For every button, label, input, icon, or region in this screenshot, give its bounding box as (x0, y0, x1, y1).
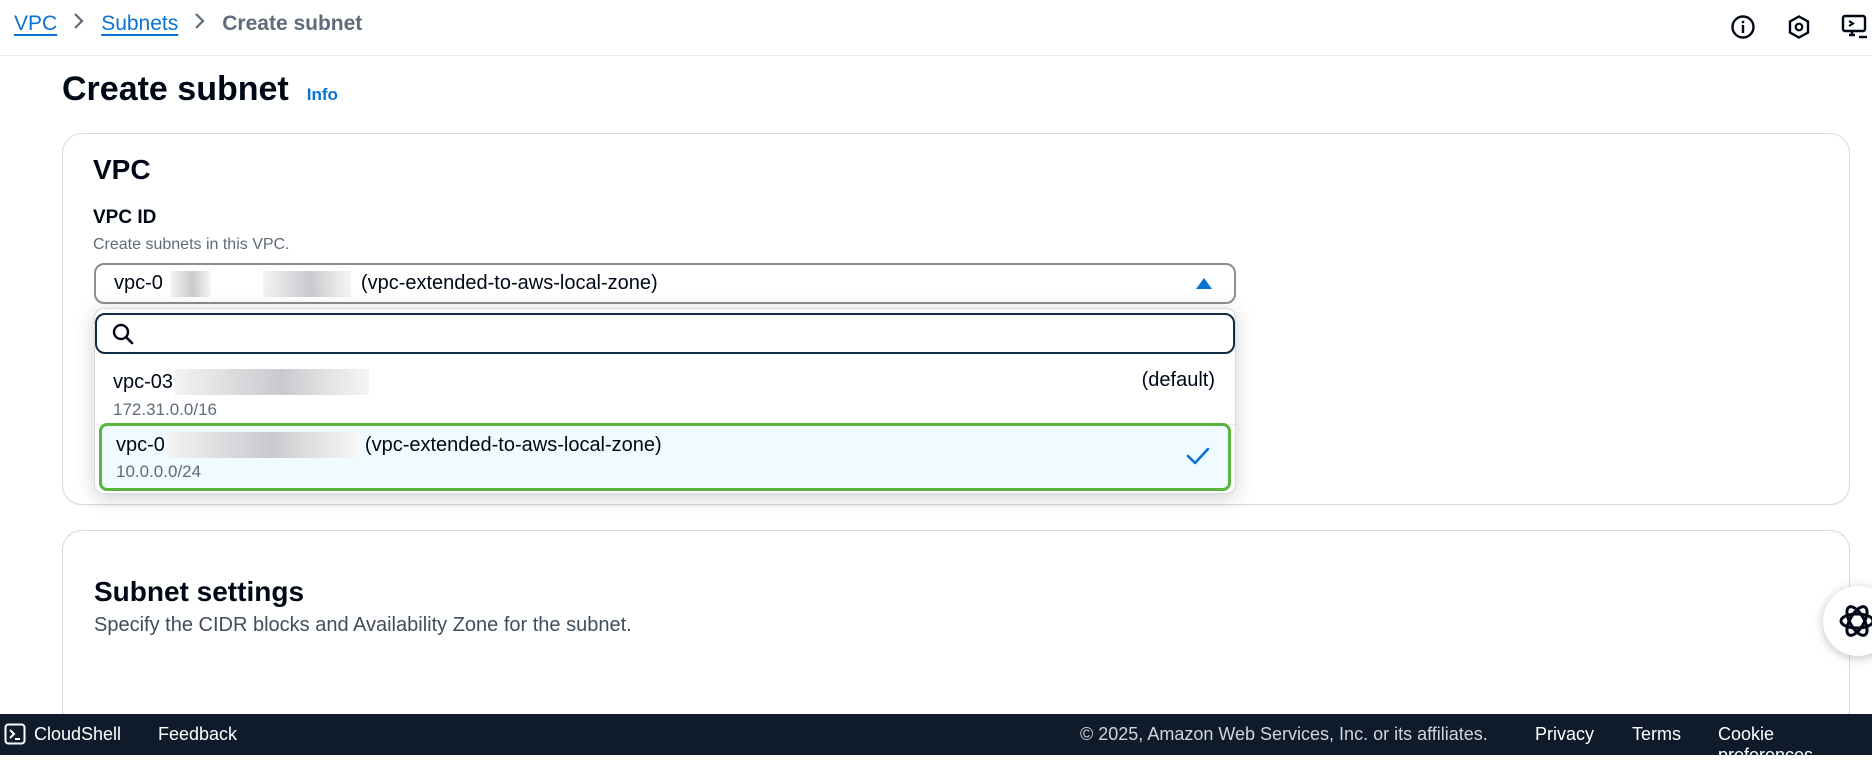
breadcrumb: VPC Subnets Create subnet (14, 12, 362, 36)
breadcrumb-subnets-link[interactable]: Subnets (101, 12, 178, 36)
cloudshell-icon[interactable] (4, 723, 26, 745)
option-vpc-id: vpc-03 (113, 370, 174, 393)
option-cidr: 10.0.0.0/24 (116, 462, 202, 481)
vpc-section-title: VPC (93, 154, 151, 185)
vpc-search-field[interactable] (95, 313, 1235, 354)
ai-assistant-icon (1839, 605, 1872, 637)
top-navigation-bar: VPC Subnets Create subnet (0, 0, 1872, 56)
selected-vpc-id: vpc-0 (114, 272, 163, 294)
top-right-tools (1704, 10, 1872, 44)
selected-vpc-name: (vpc-extended-to-aws-local-zone) (360, 272, 658, 294)
option-label: vpc-0 (vpc-extended-to-aws-local-zone) (116, 432, 662, 458)
redacted-text (166, 432, 357, 458)
search-icon (112, 323, 134, 344)
redacted-gap (218, 270, 255, 297)
breadcrumb-current: Create subnet (222, 12, 363, 35)
option-label: vpc-03 (113, 369, 373, 395)
cloudshell-button[interactable]: CloudShell (34, 724, 121, 745)
terms-link[interactable]: Terms (1632, 724, 1681, 745)
info-link[interactable]: Info (307, 85, 338, 105)
caret-up-icon (1196, 278, 1212, 289)
privacy-link[interactable]: Privacy (1535, 724, 1594, 745)
vpc-dropdown-list: vpc-03 172.31.0.0/16 (default) vpc-0 (vp… (94, 308, 1236, 494)
vpc-option-default[interactable]: vpc-03 172.31.0.0/16 (default) (95, 361, 1235, 425)
page-header: Create subnet Info (62, 70, 338, 109)
selected-vpc-value: vpc-0 (vpc-extended-to-aws-local-zone) (114, 270, 658, 297)
check-icon (1186, 447, 1210, 465)
redacted-text (175, 369, 370, 395)
info-circle-icon[interactable] (1726, 10, 1760, 44)
console-footer: CloudShell Feedback © 2025, Amazon Web S… (0, 714, 1872, 765)
option-vpc-name: (vpc-extended-to-aws-local-zone) (364, 433, 662, 456)
cookie-preferences-link[interactable]: Cookie preferences (1718, 724, 1872, 766)
chevron-right-icon (194, 12, 206, 36)
redacted-text (170, 270, 211, 297)
vpc-id-label: VPC ID (93, 207, 157, 228)
page-title: Create subnet (62, 70, 289, 108)
chevron-right-icon (73, 12, 85, 36)
vpc-option-local-zone[interactable]: vpc-0 (vpc-extended-to-aws-local-zone) 1… (99, 423, 1231, 491)
feedback-screen-icon[interactable] (1838, 10, 1872, 44)
notifications-icon[interactable] (1782, 10, 1816, 44)
breadcrumb-vpc-link[interactable]: VPC (14, 12, 57, 36)
feedback-button[interactable]: Feedback (158, 724, 237, 745)
subnet-settings-description: Specify the CIDR blocks and Availability… (94, 614, 632, 636)
option-default-tag: (default) (1141, 369, 1215, 391)
option-cidr: 172.31.0.0/16 (113, 400, 217, 419)
redacted-text (262, 270, 351, 297)
vpc-search-input[interactable] (145, 321, 1233, 346)
copyright-text: © 2025, Amazon Web Services, Inc. or its… (1080, 724, 1488, 744)
subnet-settings-title: Subnet settings (94, 576, 305, 607)
vpc-id-description: Create subnets in this VPC. (93, 236, 290, 253)
vpc-id-select[interactable]: vpc-0 (vpc-extended-to-aws-local-zone) (94, 263, 1236, 304)
option-vpc-id: vpc-0 (116, 433, 165, 456)
